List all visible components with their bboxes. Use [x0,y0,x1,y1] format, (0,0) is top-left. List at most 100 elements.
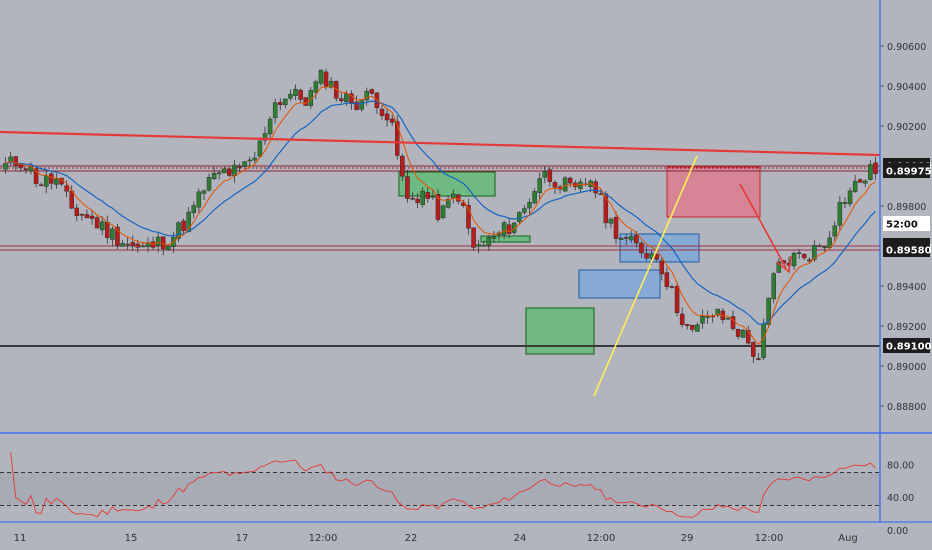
candle-body [99,221,105,231]
candle-body [405,176,410,199]
candle-body [669,286,675,288]
candle-body [252,157,258,161]
candle-body [140,245,146,248]
candle-body [110,228,115,240]
candle-body [105,222,110,238]
candle-body [191,205,197,213]
x-tick-label: 17 [236,533,249,544]
candle-body [532,191,537,204]
candle-body [79,213,85,216]
candle-body [69,190,74,209]
price-marker-label: 0.89100 [886,342,932,353]
candle-body [684,324,690,326]
candle-body [206,177,212,191]
candle-body [242,161,247,167]
candle-body [135,243,141,248]
candle-body [486,237,492,246]
candle-body [84,214,90,219]
candle-body [227,168,232,176]
rsi-tick-label: 0.00 [887,526,908,537]
candle-body [695,324,700,332]
candle-body [735,329,741,337]
candle-body [216,172,222,175]
candle-body [700,316,705,324]
candle-body [537,178,542,193]
candle-body [522,208,527,213]
candle-body [288,93,293,99]
candle-body [379,108,385,116]
candle-body [567,177,573,184]
candle-body [679,313,685,326]
y-tick-label: 0.90600 [887,42,926,53]
candle-body [771,273,776,300]
candle-body [852,180,858,192]
candle-body [618,237,624,241]
price-chart[interactable]: 0.90600 0.90400 0.90200 0.89800 0.89400 0.892… [0,0,932,550]
candle-body [527,202,532,209]
candle-body [842,202,848,204]
y-tick-label: 0.89200 [887,322,926,333]
candle-body [232,164,237,177]
candle-body [303,97,308,106]
candle-body [501,222,507,236]
candle-body [181,220,186,231]
candle-body [155,236,161,246]
candle-body [868,164,873,180]
price-marker-label: 0.89580 [886,246,932,257]
candle-body [817,245,822,247]
candle-body [44,175,49,187]
candle-body [857,179,863,183]
candle-body [89,215,95,219]
candle-body [664,272,670,287]
candle-body [476,244,481,247]
rsi-tick-label: 80.00 [887,460,914,471]
candle-body [211,172,217,179]
candle-body [415,198,420,204]
x-tick-label: 12:00 [587,533,616,544]
x-tick-label: 24 [514,533,527,544]
candle-body [613,217,619,239]
candle-body [247,159,252,162]
candle-body [506,224,512,234]
candle-body [832,225,837,237]
candle-body [552,182,558,188]
candle-body [578,181,583,190]
candle-body [161,236,166,250]
candle-body [13,156,18,167]
y-tick-label: 0.89800 [887,202,926,213]
candle-body [64,185,69,192]
rsi-tick-label: 40.00 [887,493,914,504]
candle-body [318,69,324,84]
candle-body [410,197,415,200]
candle-body [847,190,853,205]
candle-body [705,316,710,318]
candle-body [796,252,802,254]
y-tick-label: 0.89000 [887,362,926,373]
candle-body [344,93,349,102]
candle-body [3,163,8,170]
candle-body [389,118,395,123]
zone-blue-3 [578,269,661,299]
candle-body [94,217,100,229]
candle-body [802,254,807,259]
candle-body [751,342,756,357]
candle-body [674,286,680,313]
candle-body [120,243,125,247]
price-marker-label: 52:00 [886,220,918,231]
candle-body [634,235,639,244]
candle-body [517,212,522,222]
candle-body [267,118,273,135]
candle-body [359,100,364,110]
candle-body [283,98,288,105]
candle-body [313,81,319,93]
candle-body [440,205,446,218]
candle-body [725,318,731,320]
candle-body [863,180,868,184]
candle-body [456,194,461,202]
candle-body [542,171,548,178]
x-tick-label: 22 [405,533,418,544]
candle-body [639,242,644,254]
candle-body [822,246,827,249]
price-marker-label: 0.89975 [886,167,932,178]
candle-body [384,113,390,121]
